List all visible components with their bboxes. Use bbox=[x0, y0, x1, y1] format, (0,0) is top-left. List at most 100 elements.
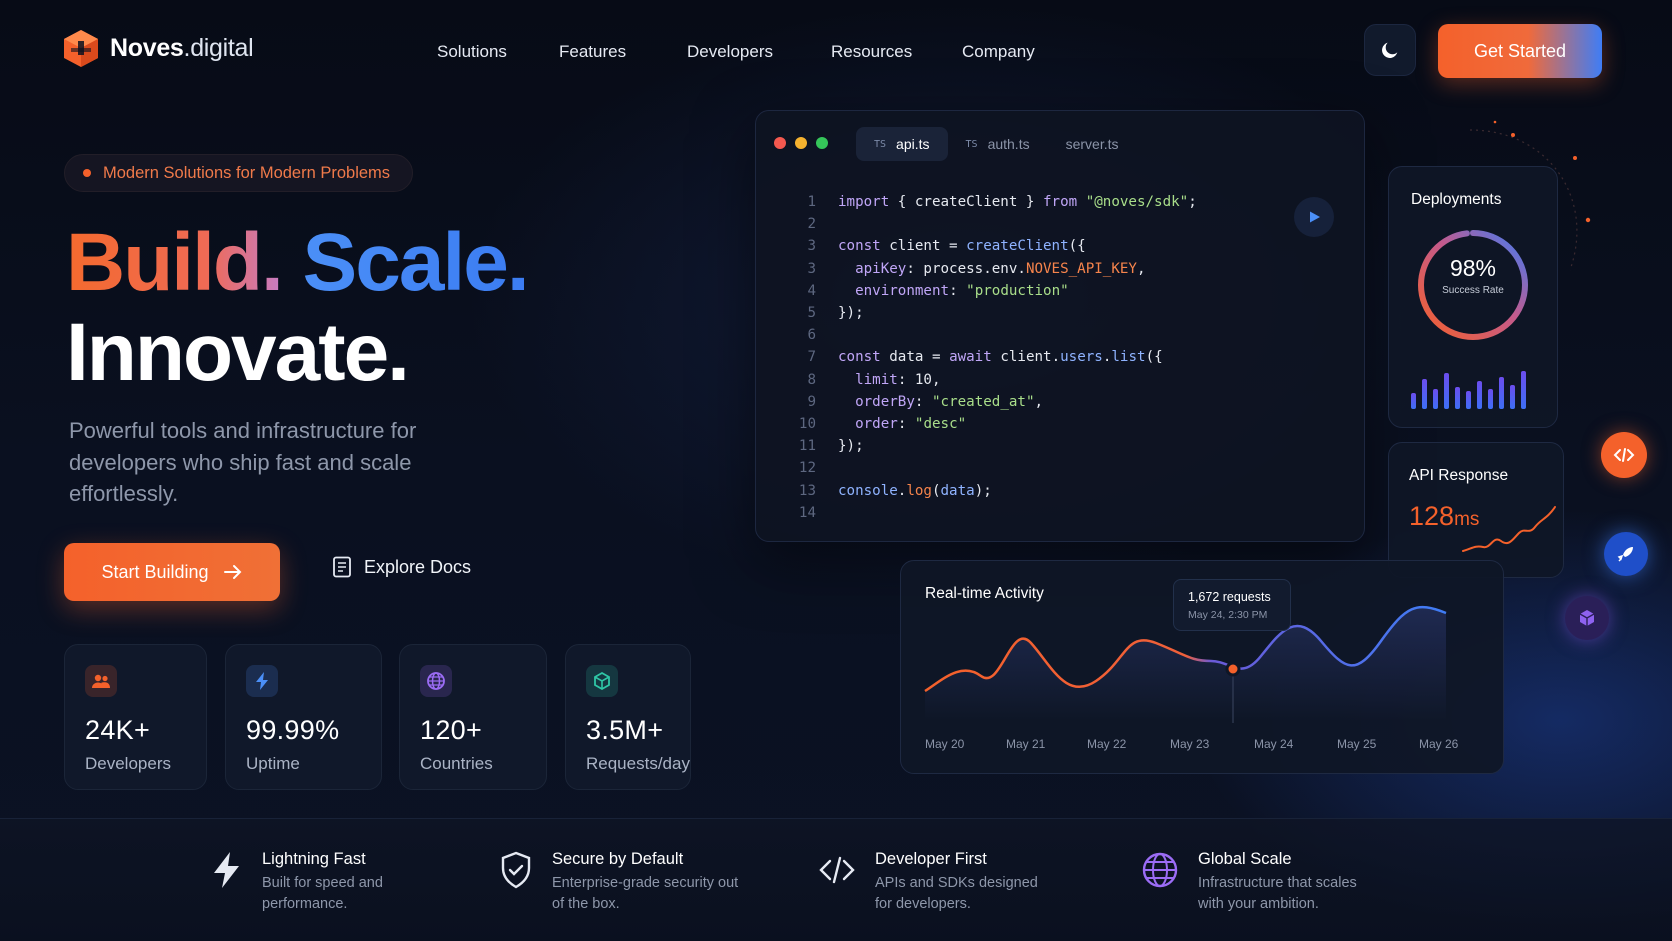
deployment-bar bbox=[1422, 379, 1427, 409]
play-icon bbox=[1310, 211, 1320, 223]
start-building-label: Start Building bbox=[101, 561, 209, 582]
cube-icon bbox=[586, 665, 618, 697]
explore-docs-label: Explore Docs bbox=[364, 556, 472, 577]
stat-value: 3.5M+ bbox=[586, 715, 664, 745]
stat-label: Countries bbox=[420, 754, 493, 773]
x-label: May 20 bbox=[925, 737, 965, 751]
cube-logo-icon bbox=[64, 30, 98, 67]
stat-value: 120+ bbox=[420, 715, 483, 745]
api-response-card: API Response 128ms bbox=[1388, 442, 1564, 578]
stat-card-uptime: 99.99% Uptime bbox=[225, 644, 382, 790]
shield-check-icon bbox=[501, 851, 531, 889]
stat-value: 24K+ bbox=[85, 715, 151, 745]
deployment-bar bbox=[1521, 371, 1526, 409]
realtime-activity-card: Real-time Activity 1,672 requests May 24… bbox=[900, 560, 1504, 774]
stat-label: Developers bbox=[85, 754, 171, 773]
start-building-button[interactable]: Start Building bbox=[64, 543, 280, 601]
lightning-icon bbox=[214, 852, 239, 888]
feature-title: Secure by Default bbox=[552, 850, 684, 868]
document-icon bbox=[333, 556, 351, 578]
close-dot[interactable] bbox=[774, 137, 786, 149]
feature-secure-by-default: Secure by Default Enterprise-grade securi… bbox=[498, 850, 742, 915]
hero-title-line2: Innovate. bbox=[66, 307, 410, 398]
code-block: 1 import { createClient } from "@noves/sd… bbox=[798, 194, 1197, 521]
feature-desc: APIs and SDKs designed for developers. bbox=[875, 875, 1038, 912]
hero-title-line1: Build. Scale. bbox=[66, 217, 530, 308]
x-label: May 25 bbox=[1337, 737, 1377, 751]
brand-logo[interactable]: Noves.digital bbox=[62, 28, 254, 68]
bolt-icon bbox=[246, 665, 278, 697]
explore-docs-button[interactable]: Explore Docs bbox=[332, 556, 471, 578]
tab-server-ts[interactable]: server.ts bbox=[1048, 127, 1137, 161]
nav-features[interactable]: Features bbox=[559, 42, 687, 62]
stat-card-developers: 24K+ Developers bbox=[64, 644, 207, 790]
deployment-bar bbox=[1444, 373, 1449, 409]
moon-icon bbox=[1382, 42, 1398, 58]
feature-lightning-fast: Lightning Fast Built for speed and perfor… bbox=[210, 850, 412, 915]
feature-desc: Enterprise-grade security out of the box… bbox=[552, 875, 739, 912]
rocket-icon[interactable] bbox=[1604, 532, 1648, 576]
code-icon bbox=[819, 856, 855, 884]
tab-auth-ts[interactable]: TS auth.ts bbox=[948, 127, 1048, 161]
deployment-bar bbox=[1455, 387, 1460, 409]
hero-badge: Modern Solutions for Modern Problems bbox=[64, 154, 414, 192]
feature-global-scale: Global Scale Infrastructure that scales w… bbox=[1140, 850, 1378, 915]
success-rate-ring: 98% Success Rate bbox=[1415, 227, 1531, 348]
badge-dot bbox=[83, 169, 91, 177]
nav-company[interactable]: Company bbox=[962, 42, 1035, 62]
success-rate-value: 98% bbox=[1449, 255, 1497, 281]
x-label: May 22 bbox=[1087, 737, 1127, 751]
feature-title: Lightning Fast bbox=[262, 850, 366, 868]
tab-api-ts[interactable]: TS api.ts bbox=[856, 127, 948, 161]
editor-tabs: TS api.ts TS auth.ts server.ts bbox=[856, 127, 1137, 161]
stat-card-countries: 120+ Countries bbox=[399, 644, 547, 790]
globe-icon bbox=[1142, 852, 1178, 888]
deployment-bar bbox=[1411, 393, 1416, 409]
deployment-bar bbox=[1433, 389, 1438, 409]
x-label: May 23 bbox=[1170, 737, 1210, 751]
feature-desc: Infrastructure that scales with your amb… bbox=[1198, 875, 1357, 912]
tooltip-value: 1,672 requests bbox=[1188, 590, 1271, 604]
window-controls bbox=[774, 137, 828, 149]
maximize-dot[interactable] bbox=[816, 137, 828, 149]
stat-value: 99.99% bbox=[246, 715, 340, 745]
stat-label: Requests/day bbox=[586, 754, 690, 773]
box-icon[interactable] bbox=[1565, 596, 1609, 640]
minimize-dot[interactable] bbox=[795, 137, 807, 149]
main-nav: Solutions Features Developers Resources … bbox=[437, 42, 1035, 62]
theme-toggle-button[interactable] bbox=[1364, 24, 1416, 76]
nav-developers[interactable]: Developers bbox=[687, 42, 831, 62]
success-rate-label: Success Rate bbox=[1442, 285, 1504, 296]
chart-tooltip: 1,672 requests May 24, 2:30 PM bbox=[1173, 579, 1291, 631]
deployment-bar bbox=[1499, 377, 1504, 409]
users-icon bbox=[85, 665, 117, 697]
feature-developer-first: Developer First APIs and SDKs designed fo… bbox=[817, 850, 1055, 915]
deployment-bars bbox=[1411, 367, 1526, 409]
x-label: May 26 bbox=[1419, 737, 1459, 751]
code-editor-window: TS api.ts TS auth.ts server.ts 1 import { c… bbox=[755, 110, 1365, 542]
x-label: May 24 bbox=[1254, 737, 1294, 751]
brand-name: Noves.digital bbox=[110, 33, 254, 62]
deployments-card: Deployments 98% Success Rate bbox=[1388, 166, 1558, 428]
api-sparkline bbox=[1462, 506, 1556, 552]
api-response-title: API Response bbox=[1409, 467, 1509, 484]
nav-solutions[interactable]: Solutions bbox=[437, 42, 559, 62]
tooltip-date: May 24, 2:30 PM bbox=[1188, 609, 1268, 621]
run-button[interactable] bbox=[1294, 197, 1334, 237]
deployment-bar bbox=[1466, 391, 1471, 409]
feature-title: Global Scale bbox=[1198, 850, 1292, 868]
stat-card-requests: 3.5M+ Requests/day bbox=[565, 644, 691, 790]
arrow-right-icon bbox=[223, 565, 241, 579]
code-badge-icon[interactable] bbox=[1601, 432, 1647, 478]
badge-text: Modern Solutions for Modern Problems bbox=[103, 163, 391, 182]
hero-subtitle: Powerful tools and infrastructure for de… bbox=[69, 418, 417, 506]
feature-desc: Built for speed and performance. bbox=[262, 875, 383, 912]
deployment-bar bbox=[1510, 385, 1515, 409]
globe-icon bbox=[420, 665, 452, 697]
stat-label: Uptime bbox=[246, 754, 300, 773]
deployment-bar bbox=[1477, 381, 1482, 409]
get-started-button[interactable]: Get Started bbox=[1438, 24, 1602, 78]
nav-resources[interactable]: Resources bbox=[831, 42, 962, 62]
feature-title: Developer First bbox=[875, 850, 987, 868]
x-label: May 21 bbox=[1006, 737, 1046, 751]
